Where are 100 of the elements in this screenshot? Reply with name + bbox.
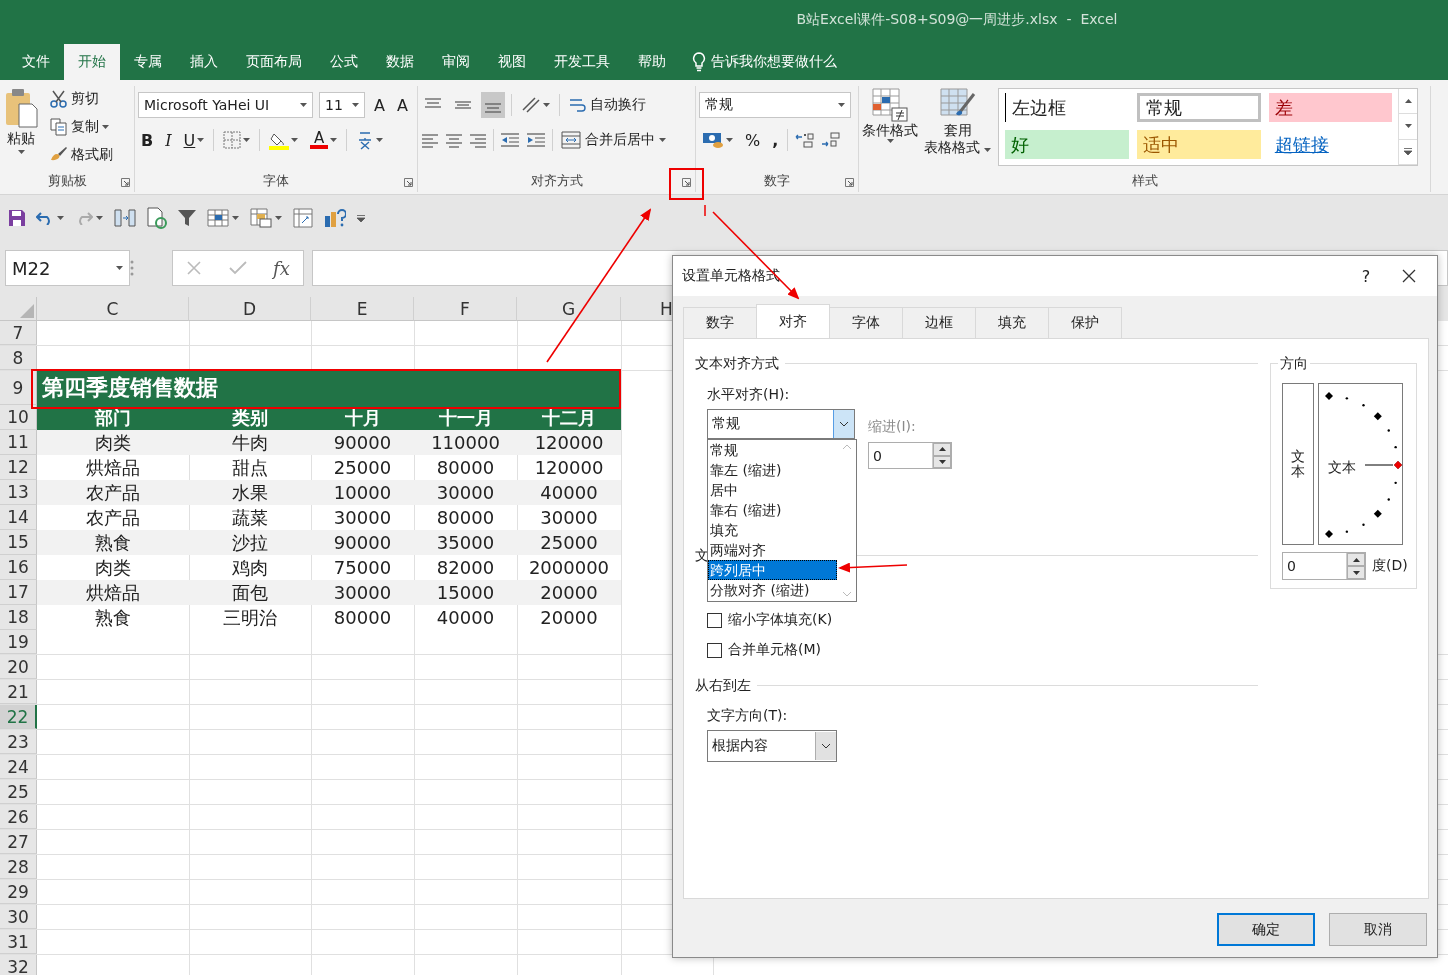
insert-function-button[interactable]: fx xyxy=(272,257,290,279)
comma-style-button[interactable]: , xyxy=(769,127,782,153)
row-header[interactable]: 29 xyxy=(0,880,37,904)
launcher-icon[interactable] xyxy=(845,178,854,187)
launcher-icon[interactable] xyxy=(682,178,691,187)
format-as-table-button[interactable]: 套用 表格格式 xyxy=(921,88,995,156)
copy-button[interactable]: 复制 xyxy=(48,114,115,139)
row-header[interactable]: 27 xyxy=(0,830,37,854)
row-header[interactable]: 20 xyxy=(0,655,37,679)
dialog-button[interactable]: 确定 xyxy=(1217,913,1315,946)
wrap-text-button[interactable]: 自动换行 xyxy=(566,92,648,118)
spin-down-button[interactable] xyxy=(1347,566,1365,579)
row-header[interactable]: 7 xyxy=(0,321,37,345)
row-header[interactable]: 28 xyxy=(0,855,37,879)
name-box[interactable]: M22 xyxy=(5,250,130,286)
merge-center-button[interactable]: 合并后居中 xyxy=(559,127,668,153)
dropdown-option[interactable]: 常规 xyxy=(708,440,837,460)
ribbon-tab[interactable]: 开始 xyxy=(64,44,120,80)
grow-font-button[interactable]: A xyxy=(371,92,388,118)
column-header[interactable]: G xyxy=(517,297,621,321)
column-header[interactable]: F xyxy=(414,297,517,321)
row-header[interactable]: 15 xyxy=(0,530,37,555)
cell-style[interactable]: 超链接 xyxy=(1268,130,1393,159)
vertical-text-option[interactable]: 文本 xyxy=(1282,383,1314,545)
cell-style[interactable]: 好 xyxy=(1005,130,1130,159)
field-label: 文字方向(T): xyxy=(707,706,789,724)
row-header[interactable]: 11 xyxy=(0,430,37,455)
ribbon-tab[interactable]: 视图 xyxy=(484,44,540,80)
ribbon-tab[interactable]: 插入 xyxy=(176,44,232,80)
row-header[interactable]: 26 xyxy=(0,805,37,829)
dialog-tab[interactable]: 对齐 xyxy=(756,304,830,338)
dropdown-option[interactable]: 靠右 (缩进) xyxy=(708,500,837,520)
dropdown-option[interactable]: 跨列居中 xyxy=(708,560,837,580)
row-header[interactable]: 13 xyxy=(0,480,37,505)
shrink-font-button[interactable]: A xyxy=(393,92,411,118)
tell-me-search[interactable]: 告诉我你想要做什么 xyxy=(692,44,837,80)
launcher-icon[interactable] xyxy=(121,178,130,187)
font-size-field[interactable]: 11 xyxy=(319,92,365,118)
spin-up-button[interactable] xyxy=(1347,553,1365,566)
row-header[interactable]: 16 xyxy=(0,555,37,580)
row-header[interactable]: 25 xyxy=(0,780,37,804)
ribbon-tab[interactable]: 文件 xyxy=(8,44,64,80)
dropdown-option[interactable]: 两端对齐 xyxy=(708,540,837,560)
checkbox[interactable] xyxy=(707,642,722,658)
bold-button[interactable]: B xyxy=(138,127,157,153)
row-header[interactable]: 12 xyxy=(0,455,37,480)
dropdown-option[interactable]: 居中 xyxy=(708,480,837,500)
dropdown-option[interactable]: 分散对齐 (缩进) xyxy=(708,580,837,600)
number-format-field[interactable]: 常规 xyxy=(699,92,851,118)
help-button[interactable]: ? xyxy=(1351,266,1381,286)
row-header[interactable]: 21 xyxy=(0,680,37,704)
cell-style[interactable]: 左边框 xyxy=(1005,93,1130,122)
row-header[interactable]: 30 xyxy=(0,905,37,929)
row-header[interactable]: 14 xyxy=(0,505,37,530)
format-painter-button[interactable]: 格式刷 xyxy=(48,142,115,167)
indent-field[interactable]: 0 xyxy=(868,442,952,469)
percent-button[interactable]: % xyxy=(742,127,764,153)
ribbon-tab[interactable]: 审阅 xyxy=(428,44,484,80)
decrease-decimal-icon xyxy=(820,131,841,149)
row-header[interactable]: 22 xyxy=(0,705,37,729)
cell-style[interactable]: 差 xyxy=(1268,93,1393,122)
degrees-field[interactable]: 0 xyxy=(1282,552,1366,580)
conditional-formatting-button[interactable]: 条件格式 xyxy=(859,88,921,143)
row-header[interactable]: 32 xyxy=(0,955,37,975)
cut-button[interactable]: 剪切 xyxy=(48,86,115,111)
font-name-field[interactable]: Microsoft YaHei UI xyxy=(138,92,313,118)
column-header[interactable]: D xyxy=(189,297,311,321)
row-header[interactable]: 9 xyxy=(0,371,37,405)
underline-button[interactable]: U xyxy=(180,127,208,153)
ribbon-tab[interactable]: 公式 xyxy=(316,44,372,80)
dropdown-option[interactable]: 靠左 (缩进) xyxy=(708,460,837,480)
ribbon-tab[interactable]: 帮助 xyxy=(624,44,680,80)
row-header[interactable]: 18 xyxy=(0,605,37,630)
ribbon-tab[interactable]: 开发工具 xyxy=(540,44,624,80)
row-header[interactable]: 31 xyxy=(0,930,37,954)
dropdown-option[interactable]: 填充 xyxy=(708,520,837,540)
paste-button[interactable]: 粘贴 xyxy=(0,86,42,170)
dialog-button[interactable]: 取消 xyxy=(1329,913,1427,946)
ribbon-tab[interactable]: 数据 xyxy=(372,44,428,80)
row-header[interactable]: 17 xyxy=(0,580,37,605)
launcher-icon[interactable] xyxy=(404,178,413,187)
cell-style[interactable]: 适中 xyxy=(1137,130,1261,159)
cell-style[interactable]: 常规 xyxy=(1137,93,1261,122)
row-header[interactable]: 8 xyxy=(0,346,37,370)
row-header[interactable]: 23 xyxy=(0,730,37,754)
row-header[interactable]: 10 xyxy=(0,405,37,430)
dialog-tab[interactable]: 保护 xyxy=(1048,307,1122,338)
font-color-button[interactable]: A xyxy=(307,127,341,153)
column-header[interactable]: C xyxy=(37,297,189,321)
row-header[interactable]: 24 xyxy=(0,755,37,779)
dialog-tab[interactable]: 数字 xyxy=(683,307,757,338)
ribbon-tab[interactable]: 专属 xyxy=(120,44,176,80)
row-header[interactable]: 19 xyxy=(0,630,37,654)
orientation-dial[interactable]: 文本 xyxy=(1318,383,1403,545)
spin-up-button[interactable] xyxy=(933,443,951,456)
column-header[interactable]: E xyxy=(311,297,414,321)
ribbon-tab[interactable]: 页面布局 xyxy=(232,44,316,80)
italic-button[interactable]: I xyxy=(162,127,175,153)
checkbox[interactable] xyxy=(707,612,722,628)
text-direction-dropdown[interactable]: 根据内容 xyxy=(707,730,837,762)
